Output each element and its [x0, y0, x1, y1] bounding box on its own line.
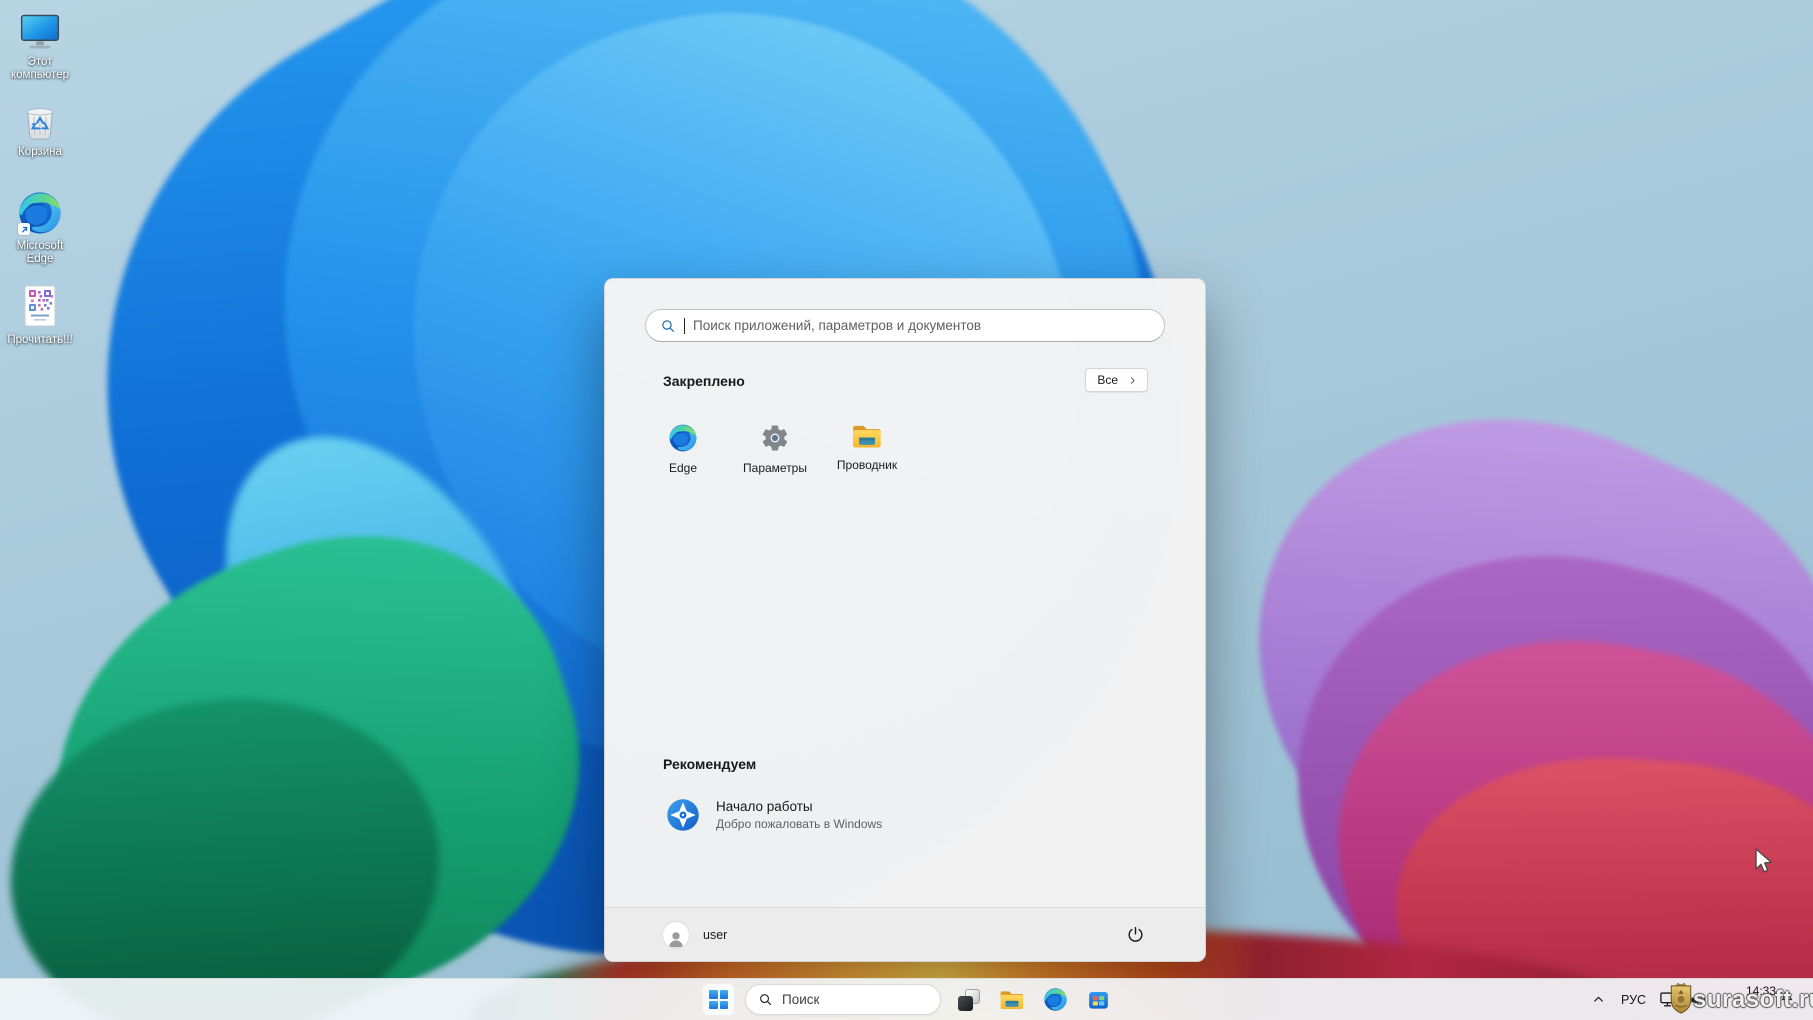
edge-icon — [668, 423, 698, 453]
pinned-app-label: Edge — [669, 461, 697, 475]
start-menu-search-input[interactable] — [693, 318, 1150, 333]
task-view-icon — [958, 989, 980, 1011]
user-avatar-icon — [663, 922, 689, 948]
text-caret — [684, 318, 685, 334]
language-indicator[interactable]: РУС — [1621, 993, 1646, 1007]
pinned-apps-row: Edge Параметры Проводник — [637, 419, 913, 475]
recommended-item-subtitle: Добро пожаловать в Windows — [716, 817, 882, 831]
desktop-screen: Этот компьютер Корзина Microsoft Edge Пр… — [0, 0, 1813, 1020]
pinned-section-header: Закреплено — [663, 373, 745, 389]
pinned-app-explorer[interactable]: Проводник — [821, 419, 913, 475]
start-button[interactable] — [702, 983, 735, 1016]
power-button[interactable] — [1118, 918, 1152, 952]
volume-tray-button[interactable] — [1689, 992, 1708, 1013]
start-menu-search-box[interactable] — [645, 309, 1165, 342]
folder-icon — [851, 423, 883, 450]
start-menu-footer: user — [605, 907, 1205, 961]
desktop-icon-microsoft-edge[interactable]: Microsoft Edge — [3, 190, 77, 266]
desktop-icon-label: Прочитать!!! — [7, 334, 72, 347]
pinned-all-button-label: Все — [1097, 373, 1118, 387]
microsoft-store-button[interactable] — [1085, 987, 1111, 1013]
desktop-icon-label: Microsoft Edge — [3, 240, 77, 266]
recommended-item-get-started[interactable]: Начало работы Добро пожаловать в Windows — [649, 789, 898, 841]
desktop-icon-label: Этот компьютер — [3, 56, 77, 82]
network-tray-button[interactable] — [1659, 989, 1681, 1014]
taskbar-center-group: Поиск — [702, 979, 1111, 1020]
pinned-app-label: Параметры — [743, 461, 807, 475]
edge-button[interactable] — [1042, 987, 1068, 1013]
recommended-item-title: Начало работы — [716, 799, 882, 814]
this-pc-icon — [18, 12, 62, 52]
chevron-up-icon — [1591, 992, 1606, 1007]
pinned-all-button[interactable]: Все — [1085, 368, 1148, 392]
pinned-app-edge[interactable]: Edge — [637, 419, 729, 475]
power-icon — [1126, 925, 1145, 944]
bell-icon — [1780, 990, 1794, 1004]
edge-icon — [1043, 987, 1068, 1012]
file-explorer-button[interactable] — [999, 987, 1025, 1013]
shortcut-arrow-icon — [18, 223, 30, 235]
speaker-icon — [1689, 992, 1708, 1008]
desktop-icon-label: Корзина — [18, 146, 62, 159]
qr-image-icon — [22, 284, 58, 330]
get-started-icon — [665, 797, 701, 833]
chevron-right-icon — [1127, 375, 1138, 386]
recycle-bin-icon — [19, 100, 61, 142]
desktop-icon-readme[interactable]: Прочитать!!! — [3, 284, 77, 347]
edge-icon — [17, 190, 63, 236]
taskbar: Поиск РУС — [0, 978, 1813, 1020]
ethernet-icon — [1659, 989, 1681, 1009]
notification-center-button[interactable] — [1780, 990, 1794, 1009]
start-menu: Закреплено Все Edge Параметры — [604, 278, 1206, 962]
user-account-button[interactable]: user — [663, 922, 727, 948]
desktop-icon-this-pc[interactable]: Этот компьютер — [3, 12, 77, 82]
username-label: user — [703, 928, 727, 942]
recommended-section-header: Рекомендуем — [663, 756, 756, 772]
search-icon — [660, 318, 676, 334]
pinned-app-settings[interactable]: Параметры — [729, 419, 821, 475]
pinned-app-label: Проводник — [837, 458, 897, 472]
folder-icon — [999, 989, 1025, 1011]
windows-logo-icon — [709, 990, 728, 1009]
search-icon — [758, 992, 773, 1007]
taskbar-app-icons — [956, 987, 1111, 1013]
tray-overflow-button[interactable] — [1591, 992, 1606, 1012]
clock[interactable]: 14:33 — [1732, 984, 1776, 998]
desktop-icon-recycle-bin[interactable]: Корзина — [3, 100, 77, 159]
gear-icon — [760, 423, 790, 453]
store-icon — [1086, 987, 1111, 1012]
task-view-button[interactable] — [956, 987, 982, 1013]
taskbar-search-box[interactable]: Поиск — [745, 984, 941, 1015]
recommended-item-texts: Начало работы Добро пожаловать в Windows — [716, 799, 882, 831]
taskbar-search-label: Поиск — [782, 992, 819, 1007]
